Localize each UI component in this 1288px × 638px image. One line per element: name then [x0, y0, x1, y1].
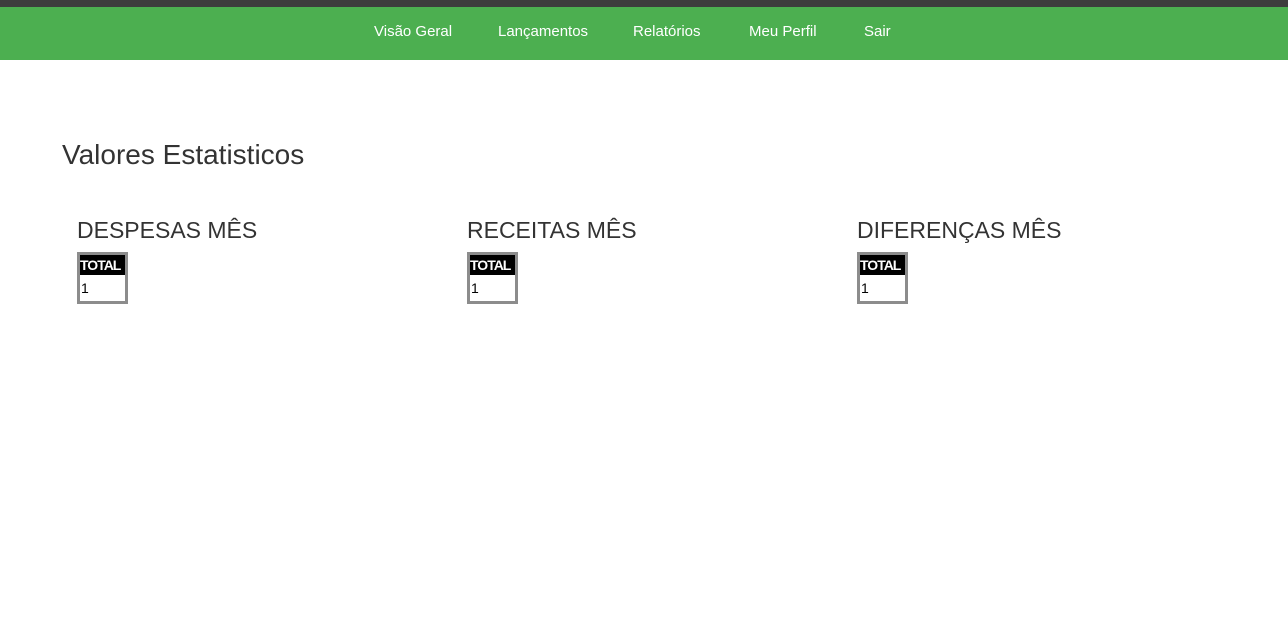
stat-table: TOTAL 1 — [857, 252, 908, 304]
nav-item-visao-geral[interactable]: Visão Geral — [374, 7, 452, 60]
nav-item-meu-perfil[interactable]: Meu Perfil — [749, 7, 817, 60]
stat-table: TOTAL 1 — [467, 252, 518, 304]
window-top-strip — [0, 0, 1288, 7]
table-header-total: TOTAL — [80, 255, 125, 275]
table-cell-value: 1 — [861, 280, 869, 296]
table-header-total: TOTAL — [470, 255, 515, 275]
stat-block-diferencas: DIFERENÇAS MÊS TOTAL 1 — [857, 214, 1217, 304]
nav-item-lancamentos[interactable]: Lançamentos — [498, 7, 588, 60]
stat-block-receitas: RECEITAS MÊS TOTAL 1 — [467, 214, 827, 304]
stat-table: TOTAL 1 — [77, 252, 128, 304]
nav-item-sair[interactable]: Sair — [864, 7, 891, 60]
stat-heading: RECEITAS MÊS — [467, 217, 637, 243]
table-cell-value: 1 — [81, 280, 89, 296]
nav-item-relatorios[interactable]: Relatórios — [633, 7, 701, 60]
stat-heading: DESPESAS MÊS — [77, 217, 258, 243]
page-title: Valores Estatisticos — [62, 139, 305, 170]
top-navbar: Visão Geral Lançamentos Relatórios Meu P… — [0, 7, 1288, 60]
table-cell-value: 1 — [471, 280, 479, 296]
stat-block-despesas: DESPESAS MÊS TOTAL 1 — [77, 214, 437, 304]
stat-heading: DIFERENÇAS MÊS — [857, 217, 1062, 243]
table-header-total: TOTAL — [860, 255, 905, 275]
